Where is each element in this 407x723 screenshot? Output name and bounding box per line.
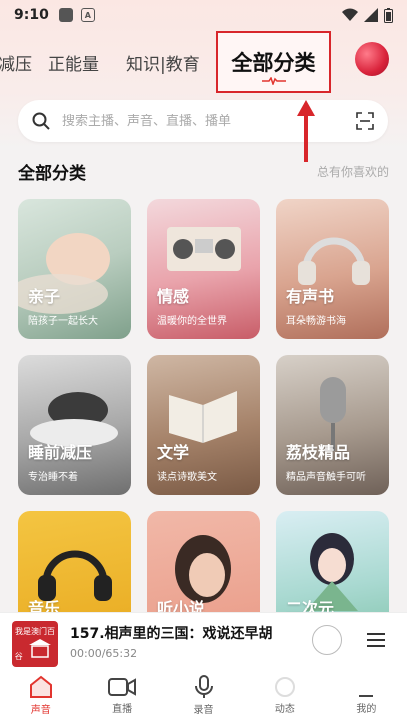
category-desc: 耳朵畅游书海 [286, 316, 346, 327]
nav-item-sound[interactable]: 声音 [0, 668, 81, 723]
category-card-literature[interactable]: 文学 读点诗歌美文 [147, 355, 260, 495]
profile-icon [359, 695, 374, 697]
nav-label: 直播 [112, 704, 133, 715]
category-card-premium[interactable]: 荔枝精品 精品声音触手可听 [276, 355, 389, 495]
category-card-audiobook[interactable]: 有声书 耳朵畅游书海 [276, 199, 389, 339]
nav-item-live[interactable]: 直播 [81, 668, 162, 723]
section-subtitle: 总有你喜欢的 [316, 165, 389, 179]
annotation-arrow-icon [297, 100, 315, 162]
microphone-icon [194, 675, 213, 698]
category-tabs: 减压 正能量 知识|教育 [0, 38, 407, 86]
nav-label: 动态 [274, 704, 295, 715]
tab-all-categories-label: 全部分类 [231, 51, 316, 75]
tab-all-categories[interactable]: 全部分类 [216, 31, 331, 93]
status-time: 9:10 [14, 7, 49, 23]
play-button[interactable] [312, 625, 342, 655]
player-title: 157.相声里的三国：戏说还早胡 [70, 626, 273, 642]
app-notification-icon: A [80, 8, 95, 22]
nav-label: 声音 [30, 705, 51, 716]
category-card-sleep[interactable]: 睡前减压 专治睡不着 [18, 355, 131, 495]
category-title: 文学 [157, 443, 190, 462]
battery-icon [384, 7, 393, 23]
tab-positive[interactable]: 正能量 [48, 50, 99, 75]
category-desc: 读点诗歌美文 [157, 472, 217, 483]
tab-relax[interactable]: 减压 [0, 50, 32, 75]
nav-item-feed[interactable]: 动态 [244, 668, 325, 723]
player-cover: 我是澳门百谷 [12, 621, 58, 667]
building-icon [29, 639, 52, 658]
nav-item-record[interactable]: 录音 [163, 668, 244, 723]
scan-icon[interactable] [356, 112, 374, 130]
home-icon [29, 675, 52, 698]
active-wave-icon [262, 77, 286, 85]
status-bar: 9:10 A [0, 0, 407, 30]
search-input[interactable] [62, 113, 332, 129]
category-card-parenting[interactable]: 亲子 陪孩子一起长大 [18, 199, 131, 339]
category-desc: 专治睡不着 [28, 472, 78, 483]
category-title: 荔枝精品 [286, 443, 351, 462]
notification-icon [58, 8, 73, 22]
category-title: 情感 [157, 287, 190, 306]
category-title: 睡前减压 [28, 443, 93, 462]
category-desc: 温暖你的全世界 [157, 316, 227, 327]
video-camera-icon [108, 678, 137, 696]
playlist-icon[interactable] [366, 631, 386, 649]
search-icon [32, 112, 50, 130]
category-desc: 陪孩子一起长大 [28, 316, 98, 327]
bottom-nav: 声音 直播 录音 动态 我的 [0, 668, 407, 723]
nav-label: 录音 [193, 705, 214, 716]
player-time: 00:00/65:32 [70, 647, 138, 660]
signal-icon [364, 8, 378, 22]
nav-item-profile[interactable]: 我的 [326, 668, 407, 723]
feed-icon [274, 677, 295, 697]
wifi-icon [342, 8, 358, 21]
nav-label: 我的 [356, 704, 377, 715]
category-title: 亲子 [28, 287, 61, 306]
category-desc: 精品声音触手可听 [286, 472, 366, 483]
tab-knowledge[interactable]: 知识|教育 [126, 50, 200, 75]
status-right [342, 7, 393, 23]
category-card-emotion[interactable]: 情感 温暖你的全世界 [147, 199, 260, 339]
avatar[interactable] [355, 42, 389, 76]
category-title: 有声书 [286, 287, 335, 306]
search-bar[interactable] [18, 100, 388, 142]
section-title: 全部分类 [18, 164, 86, 184]
mini-player[interactable]: 我是澳门百谷 157.相声里的三国：戏说还早胡 00:00/65:32 [0, 612, 407, 668]
